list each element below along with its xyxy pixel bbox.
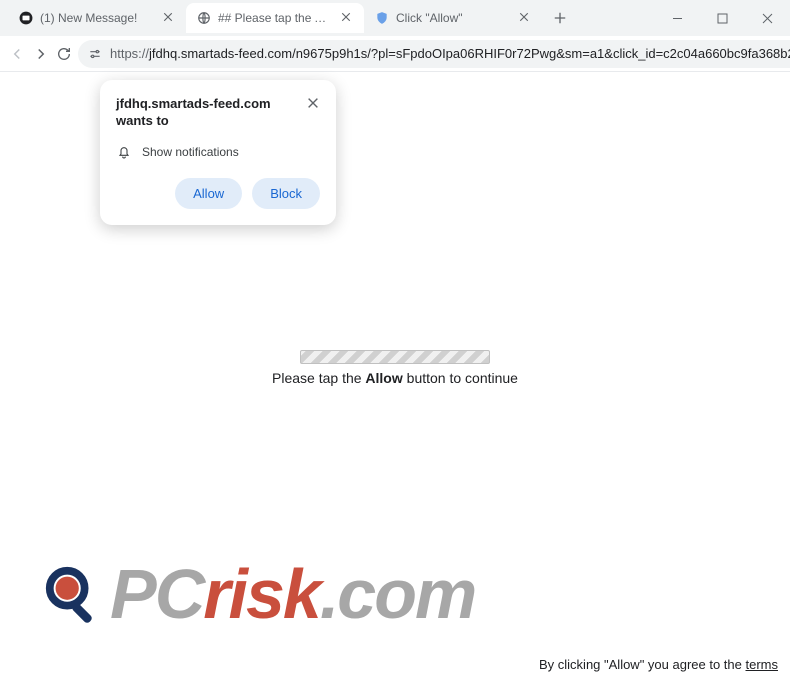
block-button[interactable]: Block <box>252 178 320 209</box>
tune-icon[interactable] <box>88 47 102 61</box>
message-icon <box>18 10 34 26</box>
maximize-button[interactable] <box>700 0 745 36</box>
forward-button[interactable] <box>32 40 50 68</box>
toolbar: https://jfdhq.smartads-feed.com/n9675p9h… <box>0 36 790 72</box>
minimize-button[interactable] <box>655 0 700 36</box>
url-text: https://jfdhq.smartads-feed.com/n9675p9h… <box>110 46 790 61</box>
close-icon[interactable] <box>306 96 320 110</box>
tab-allow-button[interactable]: ## Please tap the Allow button <box>186 3 364 33</box>
pcrisk-watermark: PCrisk.com <box>42 554 475 634</box>
close-icon[interactable] <box>518 11 532 25</box>
globe-icon <box>196 10 212 26</box>
bell-icon <box>116 144 132 160</box>
allow-button[interactable]: Allow <box>175 178 242 209</box>
tab-click-allow[interactable]: Click "Allow" <box>364 3 542 33</box>
reload-button[interactable] <box>56 40 72 68</box>
tab-new-message[interactable]: (1) New Message! <box>8 3 186 33</box>
page-message: Please tap the Allow button to continue <box>0 350 790 386</box>
window-controls <box>655 0 790 36</box>
close-icon[interactable] <box>162 11 176 25</box>
tab-title: ## Please tap the Allow button <box>218 11 334 25</box>
permission-item-label: Show notifications <box>142 145 239 159</box>
magnifier-icon <box>42 563 104 625</box>
tab-title: (1) New Message! <box>40 11 156 25</box>
new-tab-button[interactable] <box>546 4 574 32</box>
page-content: jfdhq.smartads-feed.com wants to Show no… <box>0 72 790 680</box>
permission-title: jfdhq.smartads-feed.com wants to <box>116 96 306 130</box>
terms-link[interactable]: terms <box>746 657 779 672</box>
notification-permission-popup: jfdhq.smartads-feed.com wants to Show no… <box>100 80 336 225</box>
page-text: Please tap the Allow button to continue <box>272 370 518 386</box>
back-button[interactable] <box>8 40 26 68</box>
permission-item: Show notifications <box>116 144 320 160</box>
tab-title: Click "Allow" <box>396 11 512 25</box>
close-window-button[interactable] <box>745 0 790 36</box>
tabstrip: (1) New Message! ## Please tap the Allow… <box>8 0 655 36</box>
shield-icon <box>374 10 390 26</box>
loading-bar <box>300 350 490 364</box>
omnibox[interactable]: https://jfdhq.smartads-feed.com/n9675p9h… <box>78 40 790 68</box>
titlebar: (1) New Message! ## Please tap the Allow… <box>0 0 790 36</box>
close-icon[interactable] <box>340 11 354 25</box>
footer-text: By clicking "Allow" you agree to the ter… <box>539 657 778 672</box>
